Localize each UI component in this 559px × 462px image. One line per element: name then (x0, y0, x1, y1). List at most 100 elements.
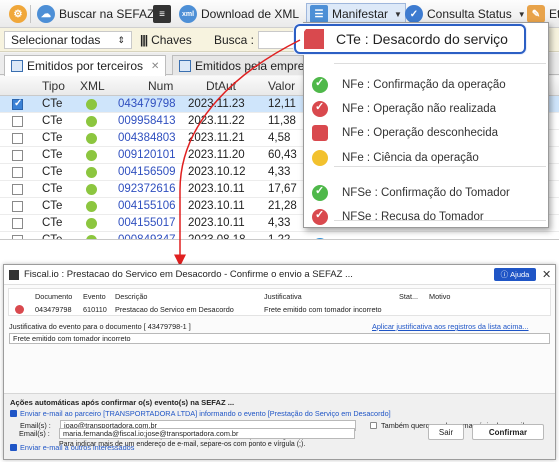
document-icon: ≡ (153, 5, 171, 23)
app-window: ⚙ ☁ Buscar na SEFAZ ≡ xml Download de XM… (0, 0, 559, 240)
settings-button[interactable]: ⚙ (6, 3, 30, 25)
consulta-status-label: Consulta Status (427, 7, 512, 21)
buscar-sefaz-button[interactable]: ☁ Buscar na SEFAZ (34, 3, 157, 25)
row-num[interactable]: 009958413 (118, 115, 176, 127)
row-checkbox[interactable] (12, 98, 23, 110)
menu-item-cte-desacordo[interactable]: CTe : Desacordo do serviço (294, 24, 526, 54)
justificativa-input[interactable]: Frete emitido com tomador incorreto (9, 333, 550, 344)
busca-input[interactable] (258, 31, 298, 49)
tag-icon: ✎ (527, 5, 545, 23)
row-valor: 1,22 (268, 234, 291, 240)
row-dtaut: 2023.11.22 (188, 115, 245, 127)
row-num[interactable]: 004156509 (118, 166, 176, 178)
col-num[interactable]: Num (148, 79, 173, 93)
xml-status-icon[interactable] (86, 184, 97, 195)
lightbulb-icon (312, 150, 328, 166)
row-checkbox[interactable] (12, 133, 23, 144)
xml-status-icon[interactable] (86, 235, 97, 239)
thumbs-down-icon (312, 125, 328, 141)
busca-label: Busca : (214, 33, 255, 47)
row-evento: 610110 (83, 305, 107, 314)
email-outros-input[interactable]: maria.fernanda@fiscal.io;jose@transporta… (59, 428, 355, 439)
row-num[interactable]: 000849347 (118, 234, 176, 239)
sair-button[interactable]: Sair (428, 424, 464, 440)
row-checkbox[interactable] (12, 235, 23, 239)
close-icon[interactable]: ✕ (151, 61, 159, 72)
row-num[interactable]: 092372616 (118, 183, 176, 195)
col-descricao: Descrição (115, 292, 148, 301)
col-valor[interactable]: Valor (268, 79, 295, 93)
col-justificativa: Justificativa (264, 292, 302, 301)
xml-icon: xml (179, 5, 197, 23)
list-check-icon: ☰ (310, 5, 328, 23)
chevron-down-icon: ▼ (394, 9, 402, 19)
apply-justification-link[interactable]: Aplicar justificativa aos registros da l… (372, 322, 529, 331)
menu-divider (334, 63, 546, 64)
copy-checkbox[interactable] (370, 422, 377, 429)
menu-item-label: NFSe : Confirmação do Tomador (342, 187, 510, 199)
row-num[interactable]: 004155017 (118, 217, 176, 229)
menu-item[interactable]: NFSe : Confirmação do Tomador (304, 181, 548, 205)
row-tipo: CTe (42, 234, 63, 240)
xml-status-icon[interactable] (86, 116, 97, 127)
red-check-icon (304, 29, 324, 49)
menu-item[interactable]: NFe : Operação desconhecida (304, 121, 548, 145)
menu-item[interactable]: NFSe : Recusa do Tomador (304, 205, 548, 229)
row-checkbox[interactable] (12, 116, 23, 127)
row-num[interactable]: 009120101 (118, 149, 176, 161)
row-checkbox[interactable] (12, 218, 23, 229)
xml-status-icon[interactable] (86, 133, 97, 144)
col-motivo: Motivo (429, 292, 451, 301)
row-num[interactable]: 004384803 (118, 132, 176, 144)
justificativa-label: Justificativa do evento para o documento… (9, 322, 191, 331)
status-check-icon: ✓ (405, 5, 423, 23)
close-icon[interactable]: ✕ (542, 268, 551, 281)
xml-status-icon[interactable] (86, 150, 97, 161)
row-tipo: CTe (42, 132, 63, 144)
row-tipo: CTe (42, 183, 63, 195)
etiqueta-label: Et (549, 7, 559, 21)
col-xml[interactable]: XML (80, 79, 105, 93)
row-valor: 60,43 (268, 149, 297, 161)
row-checkbox[interactable] (12, 201, 23, 212)
row-checkbox[interactable] (12, 167, 23, 178)
email-outros-checkbox[interactable] (10, 444, 17, 451)
status-icon (15, 305, 24, 314)
select-all-dropdown[interactable]: Selecionar todas ⇕ (4, 31, 132, 49)
dialog-title: Fiscal.io : Prestacao do Servico em Desa… (24, 269, 353, 280)
document-button[interactable]: ≡ (150, 3, 174, 25)
barcode-icon: ||| (140, 33, 148, 47)
xml-status-icon[interactable] (86, 201, 97, 212)
menu-item[interactable]: Ajuda (304, 234, 548, 239)
menu-item-label: NFe : Ciência da operação (342, 152, 479, 164)
dialog-titlebar: Fiscal.io : Prestacao do Servico em Desa… (4, 265, 555, 285)
row-dtaut: 2023.10.11 (188, 217, 245, 229)
row-num[interactable]: 004155106 (118, 200, 176, 212)
chaves-button[interactable]: ||| Chaves (140, 31, 192, 49)
download-xml-button[interactable]: xml Download de XML ▼ (176, 3, 316, 25)
row-checkbox[interactable] (12, 184, 23, 195)
menu-item[interactable]: NFe : Operação não realizada (304, 97, 548, 121)
help-button[interactable]: ⓘ Ajuda (494, 268, 536, 281)
stepper-icon: ⇕ (117, 34, 125, 45)
tab-emitidos-empresa[interactable]: Emitidos pela empresa (172, 55, 325, 75)
row-dtaut: 2023.11.20 (188, 149, 245, 161)
email-parceiro-checkbox[interactable] (10, 410, 17, 417)
row-valor: 11,38 (268, 115, 296, 127)
xml-status-icon[interactable] (86, 99, 97, 110)
xml-status-icon[interactable] (86, 218, 97, 229)
col-dtaut[interactable]: DtAut (206, 79, 236, 93)
xml-status-icon[interactable] (86, 167, 97, 178)
tab-emitidos-terceiros[interactable]: Emitidos por terceiros ✕ (4, 55, 167, 76)
confirmar-button[interactable]: Confirmar (472, 424, 544, 440)
document-icon (179, 59, 191, 72)
row-checkbox[interactable] (12, 150, 23, 161)
events-table: Documento Evento Descrição Justificativa… (8, 288, 551, 316)
menu-item[interactable]: NFe : Confirmação da operação (304, 73, 548, 97)
menu-item-label: NFe : Confirmação da operação (342, 79, 506, 91)
menu-item-label: NFe : Operação desconhecida (342, 127, 498, 139)
row-num[interactable]: 043479798 (118, 98, 176, 110)
col-tipo[interactable]: Tipo (42, 79, 65, 93)
row-dtaut: 2023.10.11 (188, 183, 245, 195)
select-all-label: Selecionar todas (11, 33, 101, 47)
